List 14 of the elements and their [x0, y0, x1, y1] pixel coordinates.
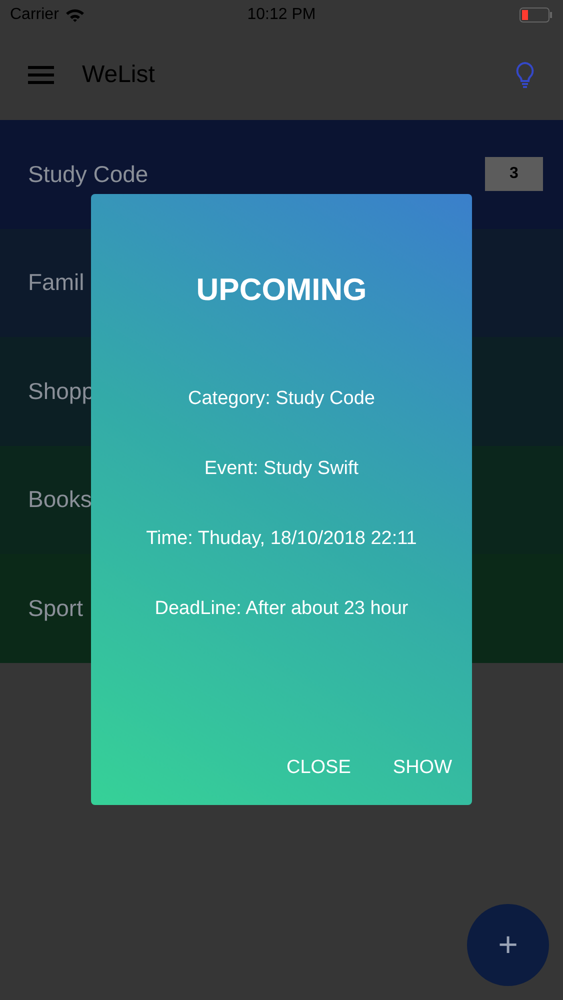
wifi-icon — [64, 8, 85, 22]
count-badge: 3 — [485, 157, 543, 192]
lightbulb-icon[interactable] — [515, 61, 535, 89]
category-name: Study Code — [28, 160, 148, 188]
category-name: Famil — [28, 269, 84, 296]
battery-icon — [519, 7, 553, 23]
dialog-text: Time: Thuday, 18/10/2018 22:11 — [146, 528, 417, 550]
dialog-text: Category: Study Code — [188, 388, 375, 410]
category-name: Books — [28, 486, 92, 514]
dialog-text: DeadLine: After about 23 hour — [154, 598, 408, 620]
dialog-title: UPCOMING — [196, 272, 367, 308]
dialog-text: Event: Study Swift — [204, 458, 359, 480]
menu-icon[interactable] — [28, 66, 54, 84]
category-name: Sport — [28, 594, 83, 622]
